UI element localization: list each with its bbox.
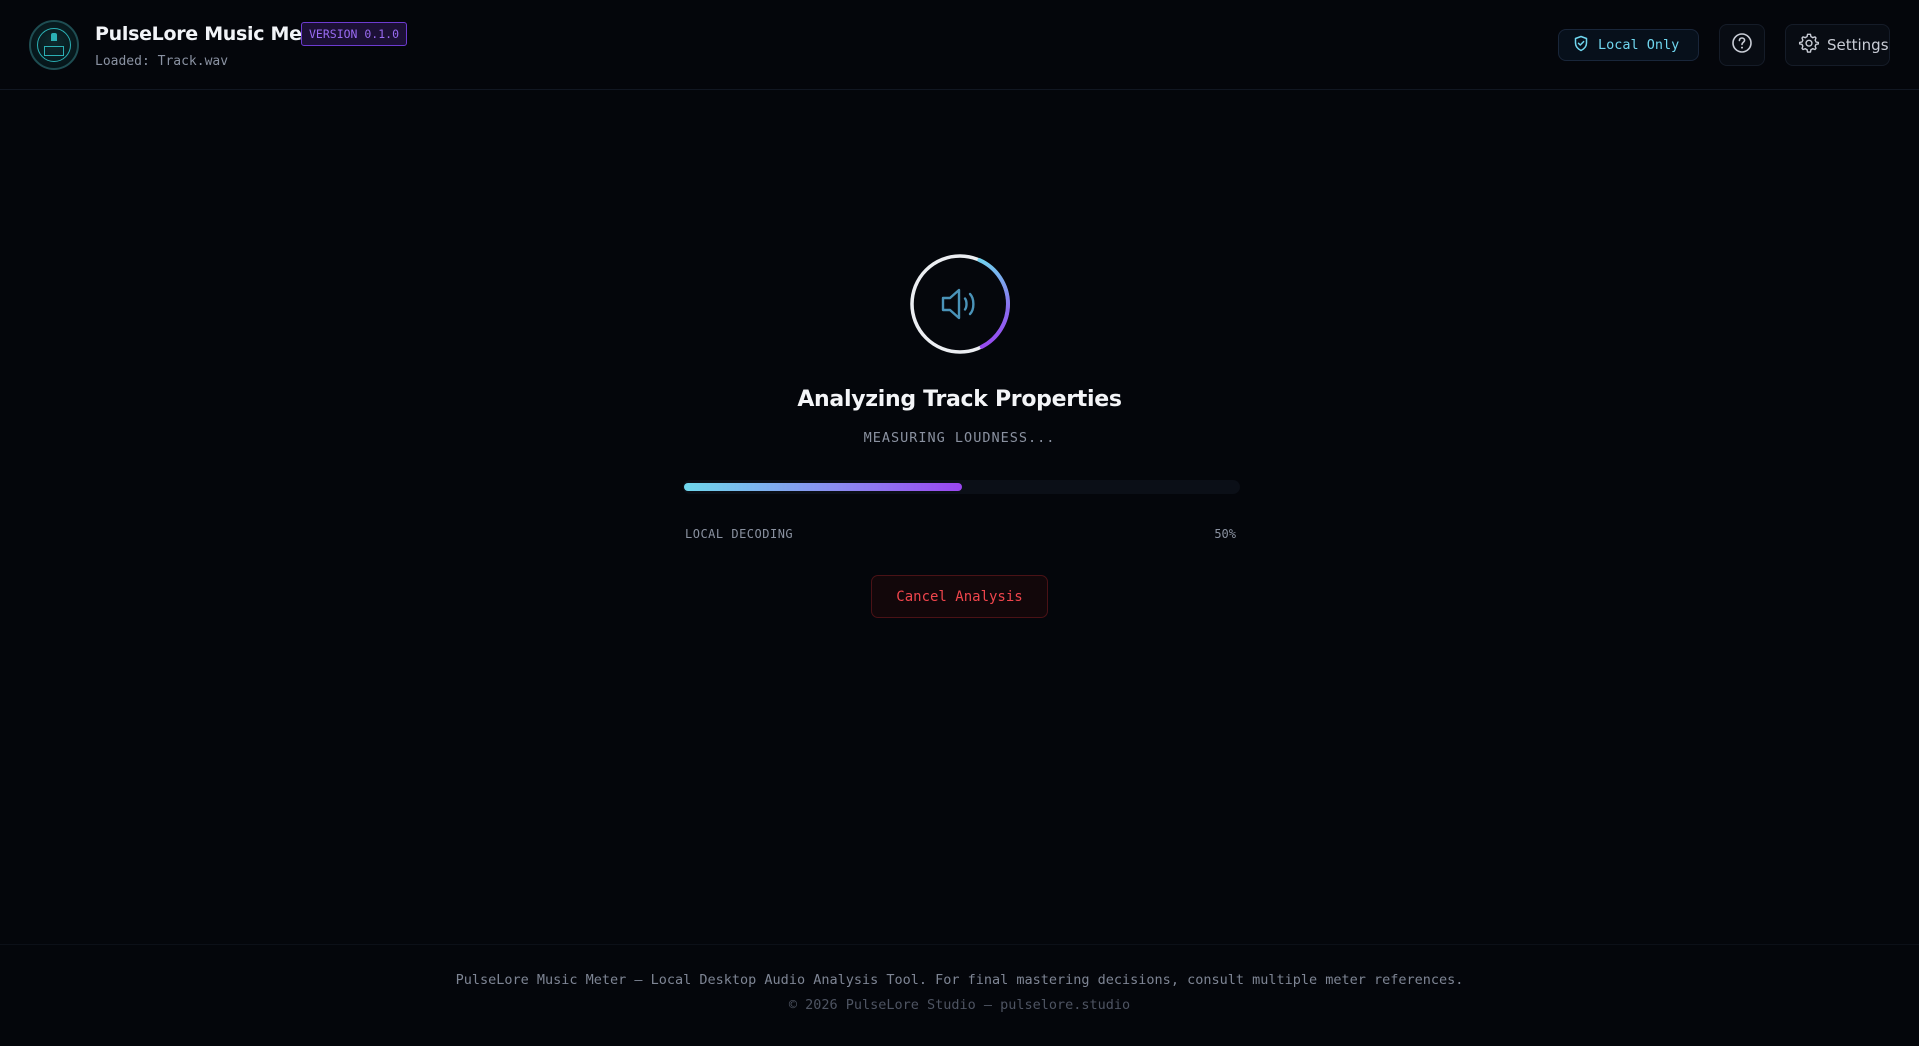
progress-stage-label: LOCAL DECODING bbox=[685, 527, 794, 541]
cancel-analysis-button[interactable]: Cancel Analysis bbox=[871, 575, 1048, 618]
analysis-spinner bbox=[909, 253, 1011, 355]
speaker-icon bbox=[940, 286, 982, 326]
local-only-label: Local Only bbox=[1598, 37, 1680, 53]
local-only-badge: Local Only bbox=[1558, 29, 1699, 61]
settings-label: Settings bbox=[1827, 36, 1889, 54]
logo-mark bbox=[51, 33, 57, 41]
gear-icon bbox=[1798, 32, 1820, 58]
shield-check-icon bbox=[1573, 35, 1589, 56]
loaded-file-label: Loaded: Track.wav bbox=[95, 54, 229, 69]
settings-button[interactable]: Settings bbox=[1785, 24, 1890, 66]
progress-bar bbox=[683, 480, 1240, 494]
logo-screen bbox=[44, 46, 64, 56]
analysis-status: MEASURING LOUDNESS... bbox=[863, 430, 1056, 446]
progress-fill bbox=[684, 483, 962, 491]
version-badge: VERSION 0.1.0 bbox=[301, 22, 408, 46]
progress-percent: 50% bbox=[1214, 527, 1236, 541]
app-title: PulseLore Music Meter bbox=[95, 23, 333, 45]
app-logo bbox=[29, 20, 79, 70]
footer-copyright: © 2026 PulseLore Studio — pulselore.stud… bbox=[788, 997, 1131, 1013]
app-footer: PulseLore Music Meter — Local Desktop Au… bbox=[0, 944, 1919, 1046]
footer-disclaimer: PulseLore Music Meter — Local Desktop Au… bbox=[455, 972, 1464, 988]
help-circle-icon bbox=[1731, 32, 1753, 58]
analysis-title: Analyzing Track Properties bbox=[797, 387, 1122, 412]
app-header: PulseLore Music Meter VERSION 0.1.0 Load… bbox=[0, 0, 1919, 90]
help-button[interactable] bbox=[1719, 24, 1765, 66]
